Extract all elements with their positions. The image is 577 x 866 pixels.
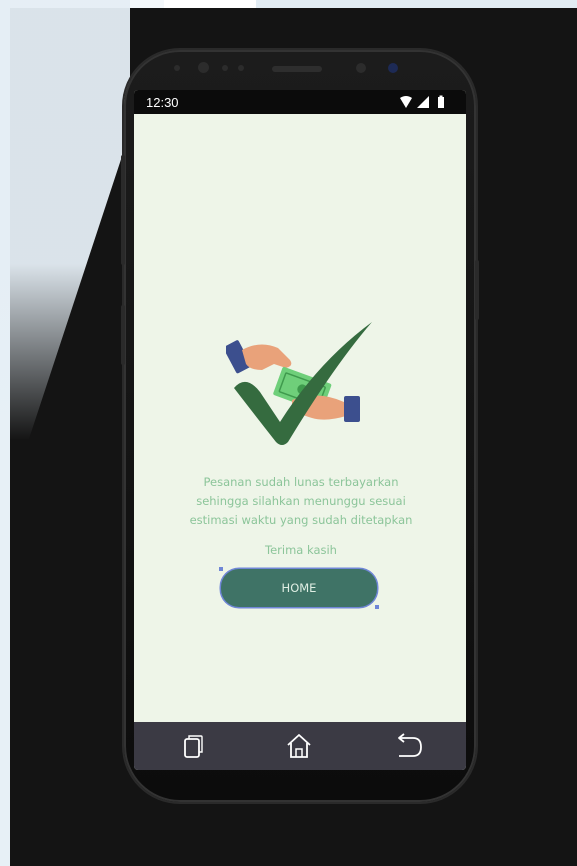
payment-success-icon xyxy=(226,322,372,445)
front-camera-2 xyxy=(388,63,398,73)
left-band-shape xyxy=(0,0,130,440)
message-line-1: Pesanan sudah lunas terbayarkan xyxy=(203,475,399,489)
stage: 12:30 Pesanan sudah lunas terbayarkan se… xyxy=(0,0,577,866)
top-strip-gap xyxy=(164,0,256,8)
status-bar: 12:30 xyxy=(134,90,466,114)
thanks-text: Terima kasih xyxy=(265,543,337,557)
message-line-3: estimasi waktu yang sudah ditetapkan xyxy=(189,513,413,527)
status-icons xyxy=(400,95,444,108)
screen: 12:30 Pesanan sudah lunas terbayarkan se… xyxy=(134,90,466,770)
back-icon xyxy=(398,733,422,757)
battery-icon xyxy=(438,95,444,108)
volume-button xyxy=(121,155,125,265)
signal-icon xyxy=(417,96,429,108)
navigation-bar xyxy=(134,722,466,770)
sensor-dot xyxy=(222,65,228,71)
recent-apps-icon xyxy=(184,735,203,758)
top-band xyxy=(256,0,577,8)
status-time: 12:30 xyxy=(146,95,179,110)
earpiece-speaker xyxy=(272,66,322,72)
back-button[interactable] xyxy=(394,731,424,761)
payment-message: Pesanan sudah lunas terbayarkan sehingga… xyxy=(170,473,432,530)
iris-sensor xyxy=(356,63,366,73)
home-nav-button[interactable] xyxy=(284,731,314,761)
power-button xyxy=(475,260,479,320)
wifi-icon xyxy=(400,96,412,108)
sleeve-lower xyxy=(344,396,360,422)
sensor-dot xyxy=(238,65,244,71)
home-button-label: HOME xyxy=(281,581,317,595)
bixby-button xyxy=(121,305,125,365)
message-line-2: sehingga silahkan menunggu sesuai xyxy=(196,494,406,508)
front-camera xyxy=(198,62,209,73)
home-icon xyxy=(287,734,311,758)
recent-apps-button[interactable] xyxy=(178,731,208,761)
home-button[interactable]: HOME xyxy=(219,567,379,609)
phone-frame: 12:30 Pesanan sudah lunas terbayarkan se… xyxy=(121,50,479,802)
hand-upper xyxy=(242,344,292,370)
sensor-dot xyxy=(174,65,180,71)
